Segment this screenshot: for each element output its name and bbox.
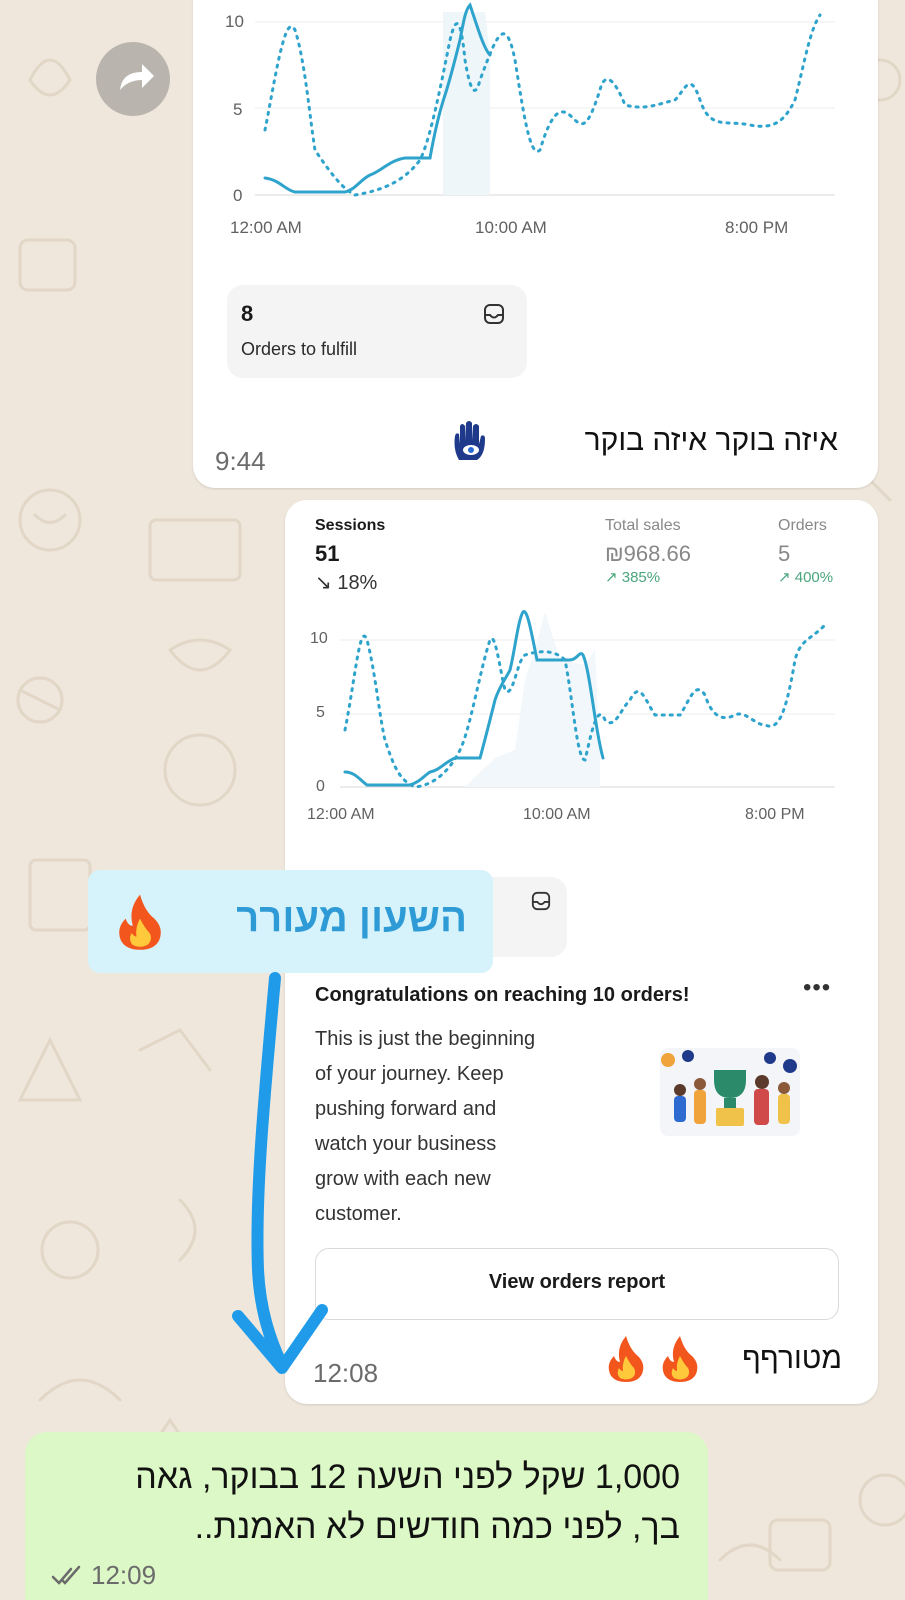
alarm-clock-tag: השעון מעורר	[88, 870, 493, 973]
message1-caption: איזה בוקר איזה בוקר	[584, 424, 838, 457]
x-tick-8pm: 8:00 PM	[725, 218, 789, 237]
outgoing-message-line: בך, לפני כמה חודשים לא האמנת..	[194, 1508, 680, 1546]
x-tick-12am: 12:00 AM	[307, 806, 375, 823]
congrats-body-line: customer.	[315, 1203, 402, 1225]
outgoing-message-text: 1,000 שקל לפני השעה 12 בבוקר, גאה בך, לפ…	[135, 1452, 680, 1552]
more-horizontal-icon[interactable]: •••	[803, 974, 831, 1002]
congrats-body-line: pushing forward and	[315, 1098, 497, 1120]
celebration-trophy-illustration	[660, 1048, 800, 1136]
forward-button[interactable]	[96, 42, 170, 116]
hamsa-icon	[454, 421, 485, 460]
screenshot-dashboard-1: 10 5 0 12:00 AM 10:00 AM 8:00 PM 8 Order…	[205, 0, 865, 400]
alarm-clock-tag-text: השעון מעורר	[236, 896, 467, 940]
x-tick-10am: 10:00 AM	[475, 218, 547, 237]
orders-count: 8	[241, 301, 254, 326]
arrow-down-icon	[232, 972, 328, 1374]
view-orders-report-label: View orders report	[488, 1271, 666, 1293]
sessions-line-chart	[255, 2, 835, 197]
congrats-body-line: grow with each new	[315, 1168, 491, 1190]
congrats-body-line: watch your business	[315, 1133, 497, 1155]
message2-caption: מטורףף	[742, 1342, 842, 1375]
congrats-body-line: of your journey. Keep	[315, 1063, 504, 1085]
sessions-line-chart	[340, 610, 835, 789]
orders-to-fulfill-card[interactable]: 8 Orders to fulfill	[227, 285, 527, 378]
inbox-icon	[531, 891, 551, 911]
congrats-body-line: This is just the beginning	[315, 1028, 536, 1050]
message1-time: 9:44	[215, 446, 266, 476]
fire-icon	[119, 894, 161, 950]
x-tick-8pm: 8:00 PM	[745, 806, 805, 823]
previous-period-line	[263, 13, 822, 197]
x-tick-12am: 12:00 AM	[230, 218, 302, 237]
fire-icon	[608, 1336, 644, 1382]
x-tick-10am: 10:00 AM	[523, 806, 591, 823]
congrats-card: Congratulations on reaching 10 orders! •…	[285, 970, 878, 1322]
congrats-title: Congratulations on reaching 10 orders!	[315, 984, 690, 1006]
orders-label: Orders to fulfill	[241, 339, 358, 359]
congrats-body: This is just the beginning of your journ…	[315, 1022, 535, 1232]
view-orders-report-button[interactable]: View orders report	[315, 1248, 839, 1320]
inbox-icon	[484, 304, 504, 324]
fire-icon	[662, 1336, 698, 1382]
double-check-icon	[51, 1565, 81, 1585]
share-forward-icon	[120, 64, 154, 90]
outgoing-message-line: 1,000 שקל לפני השעה 12 בבוקר, גאה	[135, 1458, 680, 1496]
outgoing-message-bubble[interactable]: 1,000 שקל לפני השעה 12 בבוקר, גאה בך, לפ…	[25, 1432, 708, 1600]
outgoing-time: 12:09	[91, 1560, 157, 1590]
message-bubble-1[interactable]: 10 5 0 12:00 AM 10:00 AM 8:00 PM 8 Order…	[193, 0, 878, 488]
